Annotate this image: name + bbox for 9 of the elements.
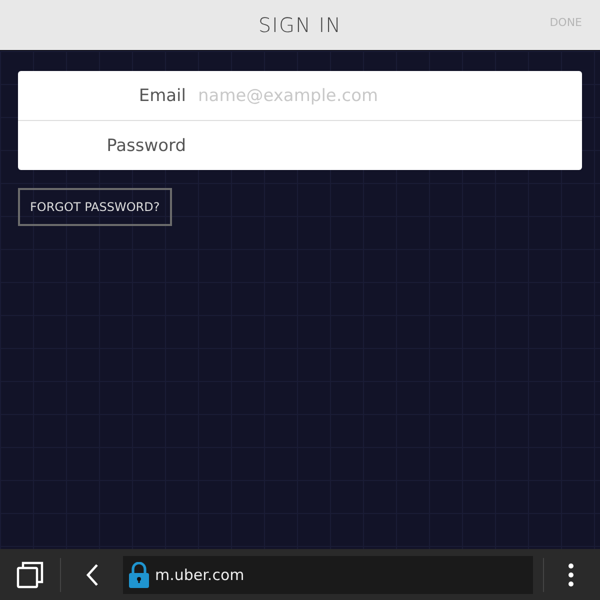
field-label: Password xyxy=(106,136,186,156)
page-title: SIGN IN xyxy=(258,13,342,37)
address-bar[interactable]: m.uber.com xyxy=(123,556,533,594)
more-icon[interactable] xyxy=(568,562,574,586)
forgot-password-button[interactable]: FORGOT PASSWORD? xyxy=(18,188,172,226)
field-label: Email xyxy=(138,86,186,106)
back-icon[interactable] xyxy=(85,562,101,586)
url-text: m.uber.com xyxy=(155,566,244,584)
tabs-icon[interactable] xyxy=(16,560,44,588)
